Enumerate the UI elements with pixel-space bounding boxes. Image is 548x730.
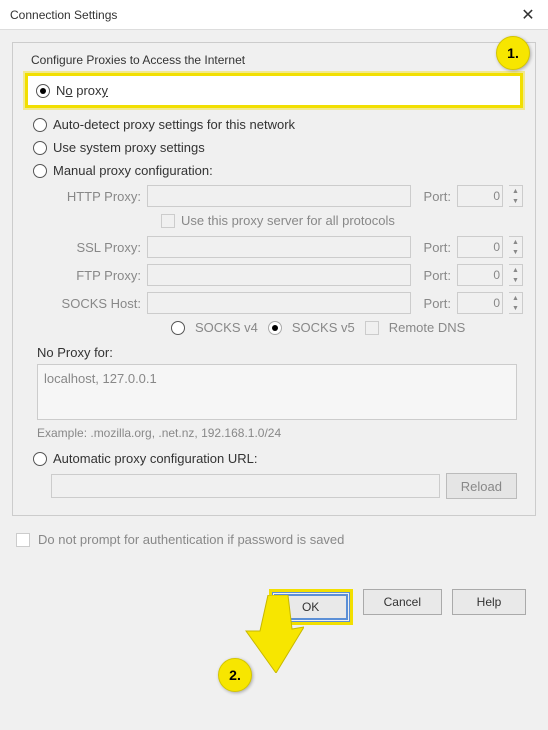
radio-manual-proxy[interactable]: Manual proxy configuration: xyxy=(31,162,523,179)
radio-icon xyxy=(33,118,47,132)
ssl-port-input[interactable]: 0 xyxy=(457,236,503,258)
radio-auto-config-url[interactable]: Automatic proxy configuration URL: xyxy=(31,450,523,467)
window-title: Connection Settings xyxy=(10,8,117,22)
remote-dns-checkbox[interactable] xyxy=(365,321,379,335)
radio-socks-v5[interactable] xyxy=(268,321,282,335)
radio-label: Auto-detect proxy settings for this netw… xyxy=(53,117,295,132)
radio-icon xyxy=(33,141,47,155)
ok-button-highlight: OK xyxy=(269,589,353,625)
socks-port-spinner[interactable]: ▲▼ xyxy=(509,292,523,314)
annotation-step-1: 1. xyxy=(496,36,530,70)
no-proxy-for-textarea[interactable]: localhost, 127.0.0.1 xyxy=(37,364,517,420)
ftp-port-label: Port: xyxy=(417,268,451,283)
dialog-body: Configure Proxies to Access the Internet… xyxy=(0,30,548,730)
auth-prompt-checkbox[interactable] xyxy=(16,533,30,547)
http-port-label: Port: xyxy=(417,189,451,204)
section-heading: Configure Proxies to Access the Internet xyxy=(27,53,523,67)
radio-icon xyxy=(33,164,47,178)
cancel-button[interactable]: Cancel xyxy=(363,589,442,615)
auth-prompt-label: Do not prompt for authentication if pass… xyxy=(38,532,344,547)
radio-icon xyxy=(33,452,47,466)
radio-label: Use system proxy settings xyxy=(53,140,205,155)
ssl-port-label: Port: xyxy=(417,240,451,255)
no-proxy-example: Example: .mozilla.org, .net.nz, 192.168.… xyxy=(37,426,517,440)
ssl-proxy-label: SSL Proxy: xyxy=(51,240,141,255)
socks-v5-label: SOCKS v5 xyxy=(292,320,355,335)
ftp-proxy-input[interactable] xyxy=(147,264,411,286)
http-proxy-input[interactable] xyxy=(147,185,411,207)
radio-no-proxy[interactable]: No proxy xyxy=(34,82,514,99)
no-proxy-highlight: No proxy xyxy=(25,73,523,108)
http-proxy-label: HTTP Proxy: xyxy=(51,189,141,204)
radio-system-proxy[interactable]: Use system proxy settings xyxy=(31,139,523,156)
socks-port-label: Port: xyxy=(417,296,451,311)
http-port-input[interactable]: 0 xyxy=(457,185,503,207)
auto-config-url-input[interactable] xyxy=(51,474,440,498)
radio-label: Automatic proxy configuration URL: xyxy=(53,451,257,466)
no-proxy-for-label: No Proxy for: xyxy=(37,345,523,360)
all-protocols-label: Use this proxy server for all protocols xyxy=(181,213,395,228)
remote-dns-label: Remote DNS xyxy=(389,320,466,335)
manual-proxy-fields: HTTP Proxy: Port: 0 ▲▼ Use this proxy se… xyxy=(51,185,523,335)
proxy-config-panel: Configure Proxies to Access the Internet… xyxy=(12,42,536,516)
all-protocols-checkbox[interactable] xyxy=(161,214,175,228)
ok-button[interactable]: OK xyxy=(274,594,348,620)
radio-icon xyxy=(36,84,50,98)
help-button[interactable]: Help xyxy=(452,589,526,615)
socks-port-input[interactable]: 0 xyxy=(457,292,503,314)
annotation-step-2: 2. xyxy=(218,658,252,692)
ftp-port-input[interactable]: 0 xyxy=(457,264,503,286)
ssl-proxy-input[interactable] xyxy=(147,236,411,258)
radio-label: No proxy xyxy=(56,83,108,98)
http-port-spinner[interactable]: ▲▼ xyxy=(509,185,523,207)
ssl-port-spinner[interactable]: ▲▼ xyxy=(509,236,523,258)
reload-button[interactable]: Reload xyxy=(446,473,517,499)
socks-v4-label: SOCKS v4 xyxy=(195,320,258,335)
socks-host-label: SOCKS Host: xyxy=(51,296,141,311)
radio-socks-v4[interactable] xyxy=(171,321,185,335)
radio-label: Manual proxy configuration: xyxy=(53,163,213,178)
ftp-port-spinner[interactable]: ▲▼ xyxy=(509,264,523,286)
dialog-button-row: OK Cancel Help xyxy=(12,589,526,625)
close-icon[interactable]: ✕ xyxy=(516,3,540,27)
ftp-proxy-label: FTP Proxy: xyxy=(51,268,141,283)
titlebar: Connection Settings ✕ xyxy=(0,0,548,30)
socks-host-input[interactable] xyxy=(147,292,411,314)
radio-auto-detect[interactable]: Auto-detect proxy settings for this netw… xyxy=(31,116,523,133)
